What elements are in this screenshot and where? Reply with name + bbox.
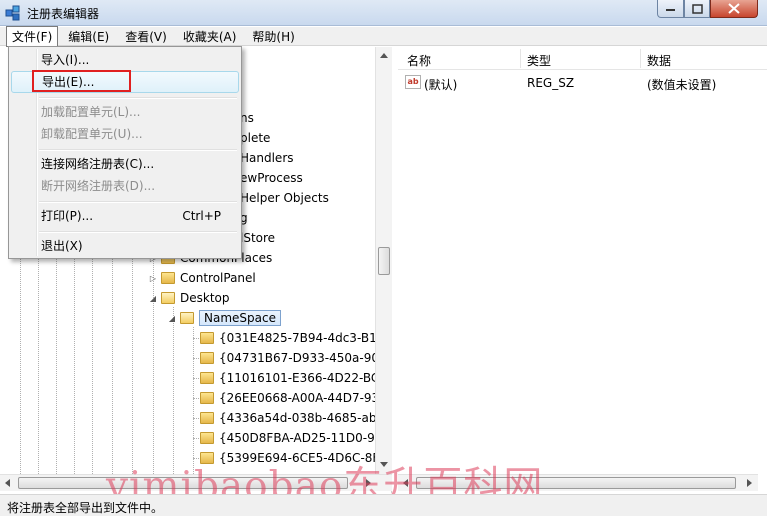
tree-item[interactable]: Handlers: [240, 148, 294, 168]
scrollbar-thumb[interactable]: [378, 247, 390, 275]
menu-item-print[interactable]: 打印(P)... Ctrl+P: [11, 205, 239, 227]
tree-item-label-selected: NameSpace: [199, 310, 281, 326]
menu-edit[interactable]: 编辑(E): [62, 26, 115, 47]
tree-item[interactable]: Helper Objects: [240, 188, 329, 208]
scroll-right-arrow-icon[interactable]: [747, 479, 753, 487]
tree-item-child[interactable]: {26EE0668-A00A-44D7-937: [200, 388, 387, 408]
tree-item[interactable]: plete: [240, 128, 270, 148]
expand-arrow-icon[interactable]: ▷: [148, 274, 158, 283]
folder-icon: [200, 412, 214, 424]
tree-item-label: ewProcess: [240, 171, 303, 185]
scroll-left-arrow-icon[interactable]: [5, 479, 11, 487]
tree-item-label: Helper Objects: [240, 191, 329, 205]
title-bar: 注册表编辑器: [0, 0, 767, 26]
list-header: 名称 类型 数据: [398, 47, 767, 70]
menu-item-import[interactable]: 导入(I)...: [11, 49, 239, 71]
folder-icon: [200, 352, 214, 364]
menu-item-label: 打印(P)...: [41, 209, 94, 223]
value-type: REG_SZ: [527, 76, 575, 90]
tree-item[interactable]: ewProcess: [240, 168, 303, 188]
tree-item-label: ControlPanel: [180, 271, 256, 285]
tree-item-child[interactable]: {4336a54d-038b-4685-ab0: [200, 408, 384, 428]
tree-item-namespace[interactable]: ◢ NameSpace: [167, 308, 281, 328]
folder-icon: [161, 272, 175, 284]
tree-item-child[interactable]: {450D8FBA-AD25-11D0-98A: [200, 428, 391, 448]
tree-vertical-scrollbar[interactable]: [375, 47, 392, 474]
menu-favorites[interactable]: 收藏夹(A): [177, 26, 243, 47]
folder-icon: [200, 372, 214, 384]
minimize-icon: [665, 8, 675, 11]
collapse-arrow-icon[interactable]: ◢: [148, 294, 158, 303]
folder-icon: [200, 332, 214, 344]
minimize-button[interactable]: [657, 0, 684, 18]
value-data: (数值未设置): [647, 78, 717, 92]
menu-item-label: 退出(X): [41, 239, 83, 253]
maximize-button[interactable]: [684, 0, 710, 18]
value-name: (默认): [424, 78, 458, 92]
column-header-data[interactable]: 数据: [647, 52, 671, 69]
menu-item-connect-network-registry[interactable]: 连接网络注册表(C)...: [11, 153, 239, 175]
menu-item-label: 卸载配置单元(U)...: [41, 127, 143, 141]
folder-open-icon: [180, 312, 194, 324]
list-row-default-value[interactable]: ab (默认) REG_SZ (数值未设置): [398, 73, 767, 93]
tree-item-controlpanel[interactable]: ▷ ControlPanel: [148, 268, 256, 288]
tree-item-label: Desktop: [180, 291, 230, 305]
string-value-icon: ab: [405, 75, 421, 89]
scroll-up-arrow-icon[interactable]: [380, 53, 388, 59]
highlight-box: [32, 70, 131, 92]
menu-item-exit[interactable]: 退出(X): [11, 235, 239, 257]
folder-icon: [200, 432, 214, 444]
menu-item-load-hive[interactable]: 加载配置单元(L)...: [11, 101, 239, 123]
tree-item[interactable]: lStore: [240, 228, 275, 248]
tree-item-label: {450D8FBA-AD25-11D0-98A: [219, 431, 391, 445]
status-bar: 将注册表全部导出到文件中。: [0, 494, 767, 516]
column-header-type[interactable]: 类型: [527, 52, 551, 69]
menu-bar: 文件(F) 编辑(E) 查看(V) 收藏夹(A) 帮助(H): [0, 25, 767, 47]
menu-item-label: 加载配置单元(L)...: [41, 105, 141, 119]
menu-view[interactable]: 查看(V): [119, 26, 173, 47]
tree-item-label: ns: [240, 111, 254, 125]
tree-item-label: {4336a54d-038b-4685-ab0: [219, 411, 385, 425]
tree-item[interactable]: ns: [240, 108, 254, 128]
menu-help[interactable]: 帮助(H): [246, 26, 300, 47]
tree-item-child[interactable]: {031E4825-7B94-4dc3-B131: [200, 328, 392, 348]
tree-item-child[interactable]: {04731B67-D933-450a-90E: [200, 348, 387, 368]
menu-item-unload-hive[interactable]: 卸载配置单元(U)...: [11, 123, 239, 145]
tree-item-label: lStore: [240, 231, 276, 245]
folder-open-icon: [161, 292, 175, 304]
tree-item-label: {11016101-E366-4D22-BC0: [219, 371, 387, 385]
tree-item-child[interactable]: {11016101-E366-4D22-BC0: [200, 368, 387, 388]
column-header-name[interactable]: 名称: [407, 52, 431, 69]
tree-item-label: {031E4825-7B94-4dc3-B131: [219, 331, 392, 345]
menu-file[interactable]: 文件(F): [6, 25, 59, 47]
menu-item-label: 断开网络注册表(D)...: [41, 179, 156, 193]
tree-item-label: plete: [240, 131, 271, 145]
collapse-arrow-icon[interactable]: ◢: [167, 314, 177, 323]
status-text: 将注册表全部导出到文件中。: [7, 501, 164, 515]
window-title: 注册表编辑器: [27, 7, 100, 21]
close-button[interactable]: [710, 0, 758, 18]
tree-item-desktop[interactable]: ◢ Desktop: [148, 288, 230, 308]
menu-item-label: 导入(I)...: [41, 53, 90, 67]
close-icon: [728, 3, 740, 14]
folder-icon: [200, 392, 214, 404]
menu-item-label: 连接网络注册表(C)...: [41, 157, 155, 171]
tree-item-label: Handlers: [240, 151, 294, 165]
regedit-app-icon: [5, 5, 20, 21]
tree-item-label: {26EE0668-A00A-44D7-937: [219, 391, 387, 405]
maximize-icon: [691, 3, 703, 14]
menu-item-disconnect-network-registry[interactable]: 断开网络注册表(D)...: [11, 175, 239, 197]
menu-item-shortcut: Ctrl+P: [182, 209, 221, 223]
tree-item-label: {04731B67-D933-450a-90E: [219, 351, 387, 365]
values-list-pane[interactable]: 名称 类型 数据 ab (默认) REG_SZ (数值未设置): [398, 47, 767, 474]
